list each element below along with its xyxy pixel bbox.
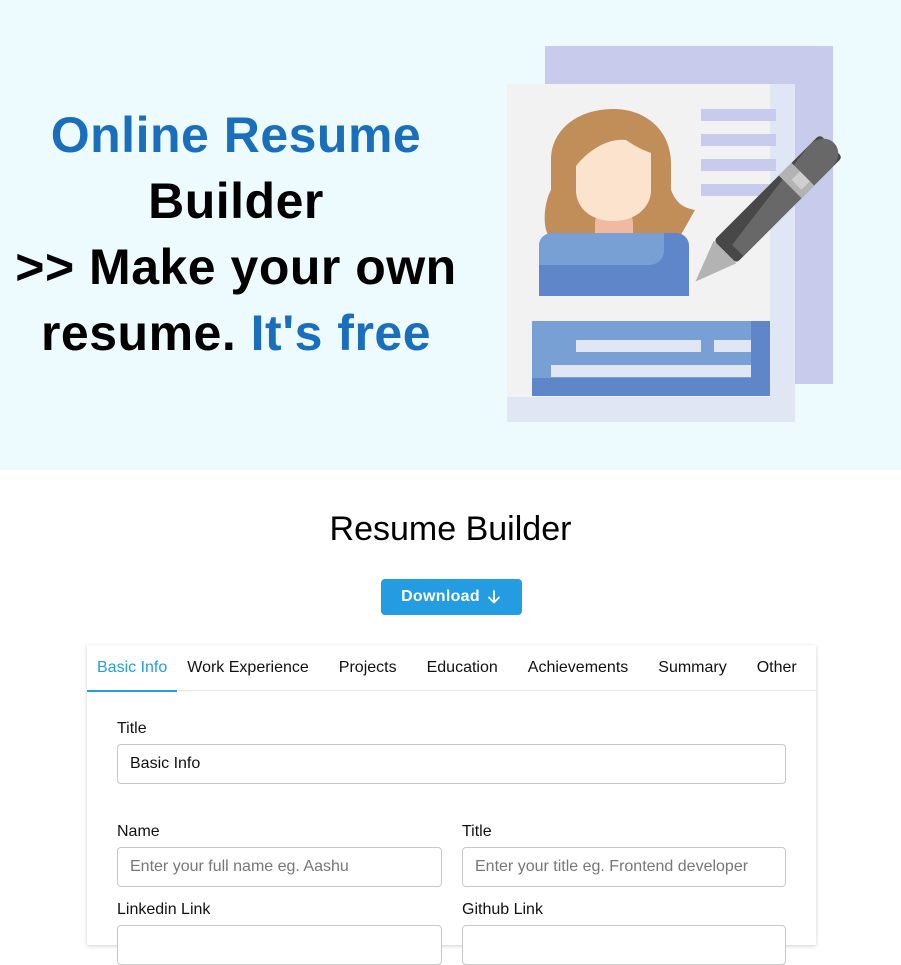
hero-line-3: >> Make your own [15,239,457,295]
hero-headline: Online Resume Builder >> Make your own r… [0,102,472,366]
arrow-down-icon [488,590,500,604]
tab-education[interactable]: Education [412,645,513,691]
section-title-label: Title [117,720,147,737]
tab-projects[interactable]: Projects [319,645,412,691]
hero-line-4: resume. It's free [0,300,472,366]
name-input[interactable] [117,847,442,887]
github-input[interactable] [462,925,786,965]
linkedin-input[interactable] [117,925,442,965]
resume-editor-card: Basic Info Work Experience Projects Educ… [87,645,816,965]
name-label: Name [117,823,160,840]
section-tabs: Basic Info Work Experience Projects Educ… [87,645,816,692]
hero-line-1: Online Resume [50,107,422,163]
hero-line-4-blue: It's free [250,305,432,361]
title-label: Title [462,823,492,840]
download-button-label: Download [401,588,480,605]
tab-work-experience[interactable]: Work Experience [177,645,319,691]
hero-line-2: Builder [148,173,324,229]
page-title: Resume Builder [329,510,572,548]
linkedin-label: Linkedin Link [117,901,211,918]
section-title-input[interactable] [117,744,786,784]
tab-basic-info[interactable]: Basic Info [87,645,178,692]
tab-summary[interactable]: Summary [643,645,741,691]
title-input[interactable] [462,847,786,887]
github-label: Github Link [462,901,543,918]
hero-line-4-black: resume. [40,305,237,361]
tab-achievements[interactable]: Achievements [513,645,644,691]
download-button[interactable]: Download [381,579,522,615]
resume-illustration-icon [507,46,841,422]
tab-other[interactable]: Other [742,645,812,691]
hero-banner: Online Resume Builder >> Make your own r… [0,0,901,470]
